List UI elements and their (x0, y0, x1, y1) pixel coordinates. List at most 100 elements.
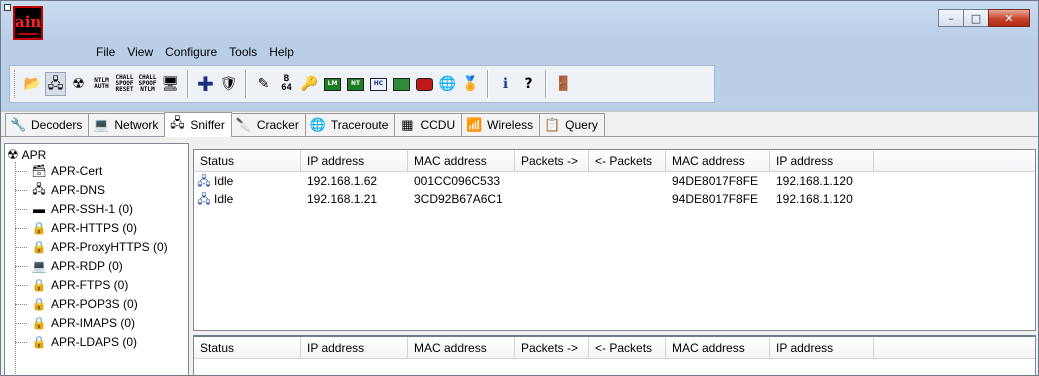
col-packets-out[interactable]: Packets -> (515, 150, 589, 171)
tab-traceroute[interactable]: 🌐 Traceroute (304, 113, 396, 136)
tab-label: Sniffer (190, 118, 225, 132)
menu-tools[interactable]: Tools (223, 45, 263, 59)
col-status[interactable]: Status (194, 337, 301, 358)
tab-ccdu[interactable]: ▦ CCDU (394, 113, 463, 136)
b64-icon[interactable]: B 64 (276, 72, 297, 96)
packets-in-cell (589, 172, 666, 190)
apr-panes: Status IP address MAC address Packets ->… (193, 143, 1036, 375)
tree-root-apr[interactable]: ☢ APR (7, 147, 46, 163)
window-controls: – □ ✕ (938, 9, 1030, 27)
network-card-icon[interactable]: 🖧 (45, 72, 66, 96)
tree-item-apr-rdp[interactable]: 💻 APR-RDP (0) (15, 259, 123, 273)
add-icon[interactable]: ✚ (195, 72, 216, 96)
tree-root-label: APR (21, 148, 47, 162)
close-button[interactable]: ✕ (988, 9, 1030, 27)
tree-item-apr-pop3s[interactable]: 🔒 APR-POP3S (0) (15, 297, 138, 311)
col-filler (874, 337, 1035, 358)
terminal-icon: ▬ (33, 202, 45, 216)
tab-bar: 🔧 Decoders 💻 Network 🖧 Sniffer 🔪 Cracker 🌐 Tr… (1, 111, 1038, 137)
maximize-button[interactable]: □ (963, 9, 989, 27)
tab-wireless[interactable]: 📶 Wireless (461, 113, 541, 136)
apr-routing-table[interactable]: Status IP address MAC address Packets ->… (193, 149, 1036, 331)
tree-item-apr-ftps[interactable]: 🔒 APR-FTPS (0) (15, 278, 128, 292)
menu-view[interactable]: View (121, 45, 159, 59)
col-ip-address[interactable]: IP address (301, 150, 408, 171)
table-row[interactable]: 🖧 Idle 192.168.1.62 001CC096C533 94DE8017… (194, 172, 1035, 190)
apr-tree: ☢ APR 🗃 APR-Cert 🖧 APR-DNS ▬ APR-SSH-1 (0) … (4, 143, 189, 375)
col-packets-in[interactable]: <- Packets (589, 337, 666, 358)
toolbar-grip[interactable] (14, 70, 17, 98)
system-menu-icon[interactable] (4, 4, 11, 11)
col-packets-in[interactable]: <- Packets (589, 150, 666, 171)
apr-connections-table[interactable]: Status IP address MAC address Packets ->… (193, 335, 1036, 375)
tree-item-label: APR-LDAPS (0) (51, 335, 138, 349)
col-mac-address[interactable]: MAC address (408, 337, 515, 358)
tree-item-apr-cert[interactable]: 🗃 APR-Cert (15, 164, 102, 178)
tree-item-label: APR-DNS (51, 183, 106, 197)
tree-item-apr-ssh[interactable]: ▬ APR-SSH-1 (0) (15, 202, 133, 216)
globe-icon[interactable]: 🌐 (437, 72, 458, 96)
menu-configure[interactable]: Configure (159, 45, 223, 59)
ntlm-auth-icon[interactable]: NTLM AUTH (91, 72, 112, 96)
tab-label: Query (565, 118, 598, 132)
toolbar-separator (187, 70, 189, 98)
tree-item-apr-proxyhttps[interactable]: 🔒 APR-ProxyHTTPS (0) (15, 240, 168, 254)
col-mac-address-2[interactable]: MAC address (666, 150, 770, 171)
decoder-icon: 🔧 (10, 117, 27, 132)
tree-item-apr-https[interactable]: 🔒 APR-HTTPS (0) (15, 221, 137, 235)
chall-spoof-reset-icon[interactable]: CHALL SPOOF RESET (114, 72, 135, 96)
cert-icon[interactable]: 🏅 (460, 72, 481, 96)
lock-icon: 🔒 (31, 240, 47, 254)
help-icon[interactable]: ? (518, 72, 539, 96)
tree-item-apr-imaps[interactable]: 🔒 APR-IMAPS (0) (15, 316, 135, 330)
open-folder-icon[interactable]: 📂 (22, 72, 43, 96)
mac-cell: 001CC096C533 (414, 174, 501, 188)
tree-item-label: APR-RDP (0) (51, 259, 123, 273)
tab-decoders[interactable]: 🔧 Decoders (5, 113, 90, 136)
hash-icon[interactable]: NT (345, 72, 366, 96)
chall-spoof-ntlm-icon[interactable]: CHALL SPOOF NTLM (137, 72, 158, 96)
toolbar-separator (487, 70, 489, 98)
red-chip-icon[interactable] (414, 72, 435, 96)
info-icon[interactable]: ℹ (495, 72, 516, 96)
table-row[interactable]: 🖧 Idle 192.168.1.21 3CD92B67A6C1 94DE8017… (194, 190, 1035, 208)
tree-item-label: APR-FTPS (0) (51, 278, 129, 292)
query-icon: 📋 (544, 117, 561, 132)
edit-icon[interactable]: ✎ (253, 72, 274, 96)
table-header: Status IP address MAC address Packets ->… (194, 150, 1035, 172)
tab-sniffer[interactable]: 🖧 Sniffer (164, 112, 232, 137)
col-mac-address-2[interactable]: MAC address (666, 337, 770, 358)
hc-icon[interactable]: HC (368, 72, 389, 96)
ip-cell-2: 192.168.1.120 (776, 174, 853, 188)
lm-icon[interactable]: LM (322, 72, 343, 96)
col-status[interactable]: Status (194, 150, 301, 171)
menu-file[interactable]: File (90, 45, 121, 59)
tab-network[interactable]: 💻 Network (88, 113, 166, 136)
col-ip-address-2[interactable]: IP address (770, 150, 874, 171)
col-mac-address[interactable]: MAC address (408, 150, 515, 171)
sniffer-icon: 🖧 (170, 115, 185, 130)
packets-out-cell (515, 190, 589, 208)
minimize-button[interactable]: – (938, 9, 964, 27)
shield-icon[interactable]: 🛡 (218, 72, 239, 96)
radiation-icon[interactable]: ☢ (68, 72, 89, 96)
toolbar: 📂 🖧 ☢ NTLM AUTH CHALL SPOOF RESET CHALL … (9, 65, 715, 103)
exit-icon[interactable]: 🚪 (553, 72, 574, 96)
ccdu-icon: ▦ (401, 117, 414, 132)
col-packets-out[interactable]: Packets -> (515, 337, 589, 358)
main-content: ☢ APR 🗃 APR-Cert 🖧 APR-DNS ▬ APR-SSH-1 (0) … (1, 137, 1038, 375)
radiation-icon: ☢ (7, 147, 19, 162)
col-filler (874, 150, 1035, 171)
col-ip-address[interactable]: IP address (301, 337, 408, 358)
tree-item-apr-ldaps[interactable]: 🔒 APR-LDAPS (0) (15, 335, 137, 349)
packets-in-cell (589, 190, 666, 208)
key-icon[interactable]: 🔑 (299, 72, 320, 96)
col-ip-address-2[interactable]: IP address (770, 337, 874, 358)
menu-help[interactable]: Help (263, 45, 300, 59)
tab-cracker[interactable]: 🔪 Cracker (230, 113, 306, 136)
traceroute-icon: 🌐 (309, 117, 327, 132)
monitor-icon[interactable]: 🖥 (160, 72, 181, 96)
tree-item-apr-dns[interactable]: 🖧 APR-DNS (15, 182, 106, 197)
tab-query[interactable]: 📋 Query (539, 113, 605, 136)
chip-icon[interactable] (391, 72, 412, 96)
